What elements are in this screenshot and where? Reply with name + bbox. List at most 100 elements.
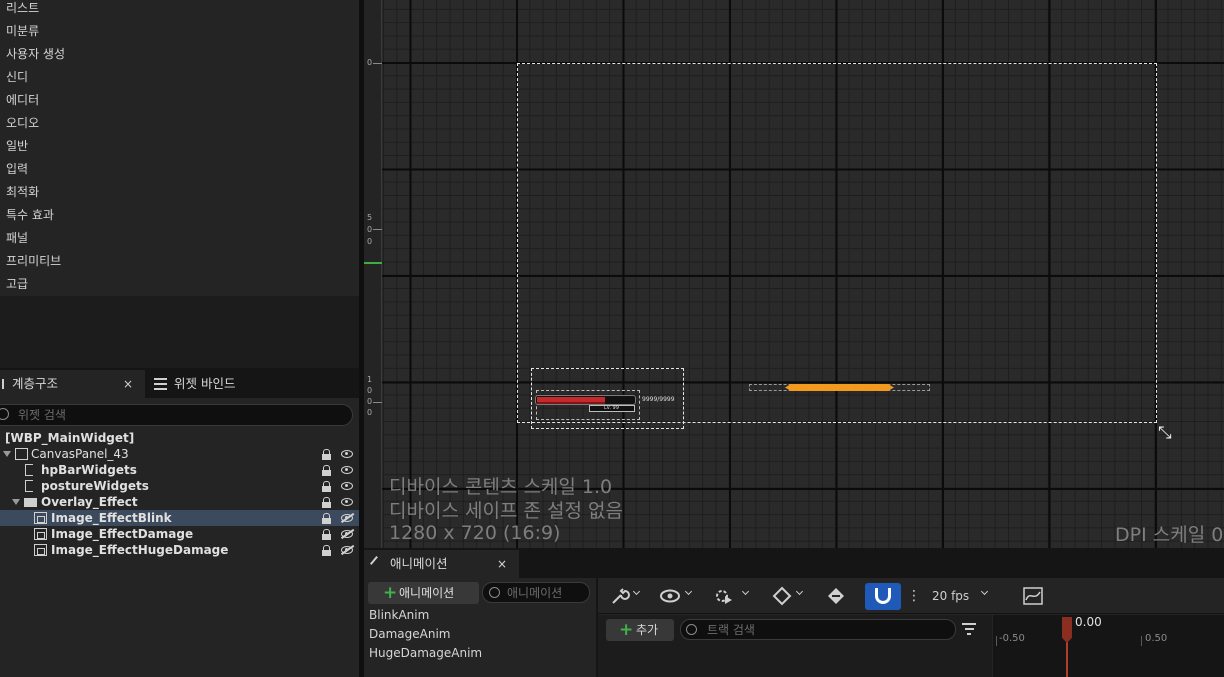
playback-settings-button[interactable] [713,586,753,606]
wrench-button[interactable] [610,586,644,606]
palette-category-misc[interactable]: 미분류 [6,23,39,45]
image-icon [34,528,47,540]
palette-category-input[interactable]: 입력 [6,161,28,183]
palette-category-audio[interactable]: 오디오 [6,115,39,137]
palette-category-common[interactable]: 일반 [6,138,28,160]
ruler-cursor-marker [364,262,382,264]
tree-item-effect-huge-damage[interactable]: Image_EffectHugeDamage [0,542,359,558]
filter-icon[interactable] [962,623,976,635]
tree-item-label: Image_EffectHugeDamage [51,543,229,557]
lock-icon[interactable] [322,529,331,540]
expand-arrow-icon[interactable] [3,451,11,457]
lock-icon[interactable] [322,497,331,508]
lock-icon[interactable] [322,465,331,476]
lock-icon[interactable] [322,481,331,492]
plus-icon: + [383,583,398,603]
playhead-handle[interactable] [1062,617,1072,643]
tree-item-label: Overlay_Effect [41,495,138,509]
hp-value-text: 9999/9999 [642,396,675,403]
eye-icon[interactable] [341,482,353,490]
track-search-input[interactable] [707,622,947,637]
eye-hidden-icon[interactable] [341,546,353,554]
resize-handle-icon[interactable]: ⤡ [1158,425,1172,442]
palette-category-synth[interactable]: 신디 [6,69,28,91]
timeline-tick [996,636,997,646]
palette-category-list[interactable]: 리스트 [6,0,39,22]
fps-label: 20 fps [932,589,970,603]
tab-widget-bindings[interactable]: 위젯 바인드 [152,370,292,398]
eye-hidden-icon[interactable] [341,514,353,522]
tree-item-root[interactable]: [WBP_MainWidget] [0,430,359,446]
animation-list-panel: + 애니메이션 BlinkAnim DamageAnim HugeDamageA… [364,578,596,677]
key-navigation-button[interactable] [826,586,848,606]
eye-hidden-icon[interactable] [341,530,353,538]
animation-item-blink[interactable]: BlinkAnim [369,608,429,622]
close-icon[interactable]: × [497,550,507,578]
key-diamond-icon [828,588,844,604]
timeline[interactable]: -0.50 0.50 0.00 [993,615,1224,677]
search-icon [686,624,697,635]
track-search-box[interactable] [680,619,956,640]
search-icon [0,408,9,420]
tree-item-label: Image_EffectBlink [51,511,172,525]
palette-category-primitive[interactable]: 프리미티브 [6,253,61,275]
animation-item-huge-damage[interactable]: HugeDamageAnim [369,646,482,660]
snap-options-button[interactable]: ⋮ [907,586,921,606]
animation-item-damage[interactable]: DamageAnim [369,627,450,641]
device-safe-zone-text: 디바이스 세이프 존 설정 없음 [389,500,623,522]
palette-category-user-created[interactable]: 사용자 생성 [6,46,65,68]
wrench-icon [612,588,630,604]
tree-item-hpbar[interactable]: hpBarWidgets [0,462,359,478]
view-button[interactable] [660,586,696,606]
animation-search-input[interactable] [507,585,587,600]
add-animation-button[interactable]: + 애니메이션 [368,582,479,604]
curve-editor-icon [1023,587,1043,605]
tree-item-effect-blink[interactable]: Image_EffectBlink [0,510,359,526]
tree-item-posture[interactable]: postureWidgets [0,478,359,494]
tab-hierarchy[interactable]: 계층구조 × [0,370,145,398]
lock-icon[interactable] [322,513,331,524]
curve-editor-button[interactable] [1022,586,1046,606]
posture-bar-fill [785,384,894,391]
lock-icon[interactable] [322,449,331,460]
designer-canvas[interactable]: 0 5 0 0 1 0 0 0 ⤡ 9999/9999 Lv. 99 디바이스 … [364,0,1224,548]
tab-widget-bindings-label: 위젯 바인드 [174,376,236,391]
tree-item-canvas-panel[interactable]: CanvasPanel_43 [0,446,359,462]
hierarchy-search-input[interactable] [18,407,318,423]
dpi-scale-text: DPI 스케일 0 [1115,524,1224,546]
tree-item-overlay[interactable]: Overlay_Effect [0,494,359,510]
fps-dropdown[interactable]: 20 fps [932,586,992,606]
palette-category-panel[interactable]: 패널 [6,230,28,252]
palette-category-optimization[interactable]: 최적화 [6,184,39,206]
tree-item-label: hpBarWidgets [41,463,137,477]
hierarchy-tab-bar: 계층구조 × 위젯 바인드 [0,370,359,398]
lock-icon[interactable] [322,545,331,556]
hp-bar-fill [537,397,605,404]
animation-search-box[interactable] [482,582,590,603]
snap-toggle-button[interactable] [865,583,901,610]
palette-category-editor[interactable]: 에디터 [6,92,39,114]
playhead-time: 0.00 [1075,615,1102,629]
search-icon [489,587,500,598]
chevron-down-icon [684,587,693,596]
hierarchy-search-box[interactable] [0,404,353,426]
tree-item-label: [WBP_MainWidget] [5,431,135,445]
eye-icon[interactable] [341,450,353,458]
user-widget-icon [25,464,33,476]
expand-arrow-icon[interactable] [12,499,20,505]
overlay-icon [24,498,37,507]
add-track-button[interactable]: + 추가 [606,619,674,641]
gear-play-icon [716,590,732,604]
eye-icon[interactable] [341,466,353,474]
eye-icon[interactable] [341,498,353,506]
keyframe-button[interactable] [772,586,808,606]
close-icon[interactable]: × [123,370,133,398]
tab-animations[interactable]: 애니메이션 × [364,550,519,578]
tree-item-effect-damage[interactable]: Image_EffectDamage [0,526,359,542]
list-icon [154,378,167,390]
track-list: + 추가 [598,615,992,677]
ruler-label: 0 [367,386,373,395]
palette-category-advanced[interactable]: 고급 [6,276,28,298]
palette-category-special-effects[interactable]: 특수 효과 [6,207,54,229]
ruler-label: 0 [367,225,373,234]
